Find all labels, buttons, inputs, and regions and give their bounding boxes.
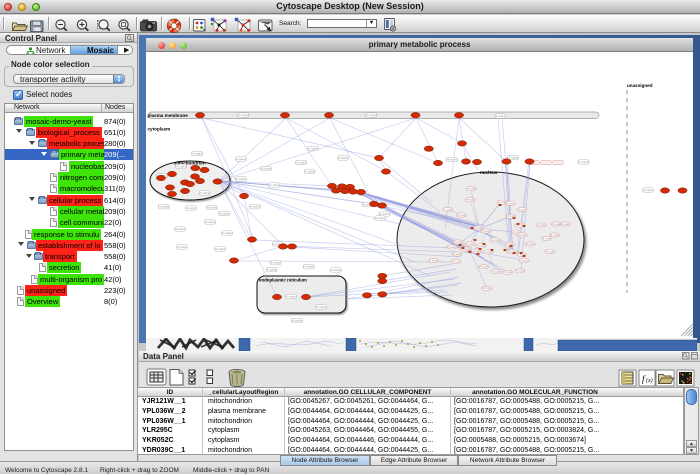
svg-text:(4 node): (4 node) <box>542 238 551 241</box>
svg-text:(4 node): (4 node) <box>484 251 493 254</box>
svg-text:(4 nodes): (4 nodes) <box>205 220 216 224</box>
svg-text:(4 nodes): (4 nodes) <box>176 165 187 169</box>
svg-text:(4 nodes): (4 nodes) <box>177 245 188 249</box>
svg-text:(4 nodes): (4 nodes) <box>375 216 386 220</box>
svg-text:(4 nodes): (4 nodes) <box>236 157 247 161</box>
svg-text:(4 nodes): (4 nodes) <box>238 113 249 117</box>
svg-text:(4 nodes): (4 nodes) <box>379 212 390 216</box>
svg-text:(4 nodes): (4 nodes) <box>192 152 203 156</box>
svg-text:(4 nodes): (4 nodes) <box>308 146 319 150</box>
svg-text:(4 nodes): (4 nodes) <box>206 206 217 210</box>
svg-text:(4 nodes): (4 nodes) <box>186 206 197 210</box>
svg-text:(4 nodes): (4 nodes) <box>286 295 297 299</box>
svg-text:(4 node): (4 node) <box>454 241 463 244</box>
svg-text:(4 node): (4 node) <box>537 224 546 227</box>
svg-text:(x): (x) <box>646 377 653 384</box>
svg-text:(4 node): (4 node) <box>466 199 475 202</box>
svg-text:(4 node): (4 node) <box>480 266 489 269</box>
svg-text:(4 nodes): (4 nodes) <box>292 319 303 323</box>
svg-text:(4 node): (4 node) <box>457 214 466 217</box>
svg-text:endoplasmic reticulum: endoplasmic reticulum <box>259 278 307 283</box>
svg-text:cytoplasm: cytoplasm <box>148 127 171 132</box>
svg-text:(4 node): (4 node) <box>516 270 525 273</box>
svg-text:(4 nodes): (4 nodes) <box>643 188 654 192</box>
svg-text:(4 nodes): (4 nodes) <box>261 167 272 171</box>
svg-text:(4 nodes): (4 nodes) <box>316 305 327 309</box>
svg-text:(4 nodes): (4 nodes) <box>447 158 458 162</box>
svg-text:(4 node): (4 node) <box>477 245 486 248</box>
svg-text:(4 nodes): (4 nodes) <box>158 205 169 209</box>
svg-text:(4 node): (4 node) <box>552 223 561 226</box>
svg-text:(4 nodes): (4 nodes) <box>495 114 506 118</box>
svg-text:(4 node): (4 node) <box>443 208 452 211</box>
svg-text:(4 nodes): (4 nodes) <box>338 156 349 160</box>
svg-text:(4 node): (4 node) <box>429 259 438 262</box>
svg-text:(4 nodes): (4 nodes) <box>219 212 230 216</box>
svg-text:(4 nodes): (4 nodes) <box>269 183 280 187</box>
svg-text:(4 node): (4 node) <box>448 246 457 249</box>
svg-text:(4 nodes): (4 nodes) <box>270 261 281 265</box>
svg-text:(4 nodes): (4 nodes) <box>366 113 377 117</box>
svg-text:(4 nodes): (4 nodes) <box>222 231 233 235</box>
svg-text:unassigned: unassigned <box>627 83 653 88</box>
svg-text:(4 node): (4 node) <box>506 202 515 205</box>
svg-text:(4 nodes): (4 nodes) <box>199 191 210 195</box>
svg-text:(4 node): (4 node) <box>467 188 476 191</box>
svg-text:(4 node): (4 node) <box>491 239 500 242</box>
svg-text:(4 node): (4 node) <box>518 208 527 211</box>
svg-text:(4 node): (4 node) <box>561 223 570 226</box>
svg-text:(4 nodes): (4 nodes) <box>578 160 589 164</box>
svg-text:(4 node): (4 node) <box>550 234 559 237</box>
svg-text:(4 node): (4 node) <box>452 261 461 264</box>
svg-text:(4 node): (4 node) <box>482 230 491 233</box>
svg-text:(4 node): (4 node) <box>518 234 527 237</box>
svg-text:(4 node): (4 node) <box>474 227 483 230</box>
svg-text:(4 nodes): (4 nodes) <box>250 205 261 209</box>
svg-text:(4 nodes): (4 nodes) <box>296 161 307 165</box>
svg-text:(4 node): (4 node) <box>483 287 492 290</box>
svg-text:(4 node): (4 node) <box>503 271 512 274</box>
svg-text:(4 node): (4 node) <box>526 243 535 246</box>
svg-text:(4 node): (4 node) <box>453 253 462 256</box>
svg-text:plasma membrane: plasma membrane <box>148 113 189 118</box>
svg-text:nucleus: nucleus <box>480 170 498 175</box>
svg-text:(4 node): (4 node) <box>466 243 475 246</box>
svg-text:(4 nodes): (4 nodes) <box>236 177 247 181</box>
svg-text:(4 node): (4 node) <box>520 259 529 262</box>
svg-text:(4 node): (4 node) <box>472 250 481 253</box>
svg-text:(4 node): (4 node) <box>546 250 555 253</box>
svg-text:(4 nodes): (4 nodes) <box>175 227 186 231</box>
svg-text:(4 nodes): (4 nodes) <box>330 268 341 272</box>
svg-text:(4 nodes): (4 nodes) <box>215 247 226 251</box>
svg-text:(4 nodes): (4 nodes) <box>303 265 314 269</box>
svg-text:(4 nodes): (4 nodes) <box>266 268 277 272</box>
svg-text:(4 node): (4 node) <box>492 270 501 273</box>
svg-text:(4 nodes): (4 nodes) <box>304 169 315 173</box>
